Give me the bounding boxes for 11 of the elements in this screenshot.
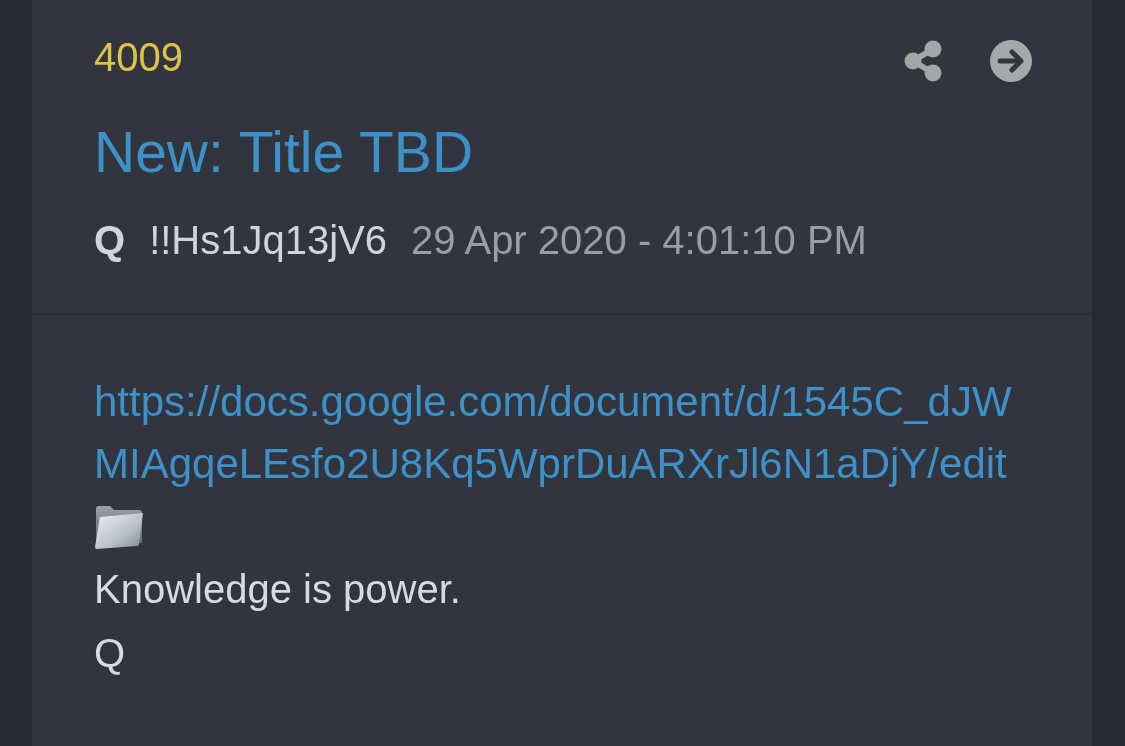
share-icon[interactable] xyxy=(904,40,942,82)
post-number: 4009 xyxy=(94,35,183,79)
post-title: New: Title TBD xyxy=(94,119,474,186)
document-link[interactable]: https://docs.google.com/document/d/1545C_dJWMIAgqeLEsfo2U8Kq5WprDuARXrJl6N1aDjY/edit xyxy=(94,371,1019,495)
arrow-right-circle-icon[interactable] xyxy=(990,40,1032,82)
post-timestamp: 29 Apr 2020 - 4:01:10 PM xyxy=(411,217,867,263)
post-text: Q xyxy=(94,630,126,677)
post-text: Knowledge is power. xyxy=(94,566,461,613)
folder-icon xyxy=(94,503,144,549)
author-name: Q xyxy=(94,217,126,263)
tripcode: !!Hs1Jq13jV6 xyxy=(149,217,388,263)
